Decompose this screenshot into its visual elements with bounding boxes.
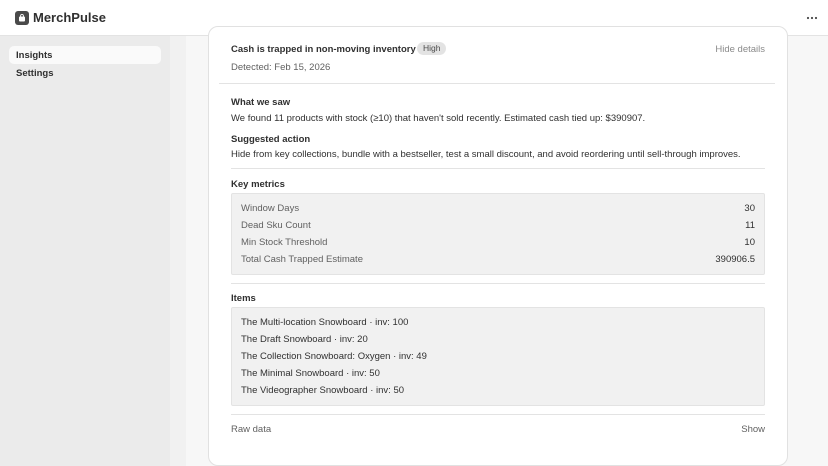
key-metrics-heading: Key metrics: [231, 179, 285, 190]
show-raw-data-button[interactable]: Show: [741, 424, 765, 435]
suggested-action-text: Hide from key collections, bundle with a…: [231, 149, 741, 160]
metric-label: Dead Sku Count: [241, 220, 311, 231]
sidebar-item-label: Settings: [16, 67, 54, 79]
main-content: Cash is trapped in non-moving inventory …: [186, 26, 828, 466]
divider: [231, 414, 765, 415]
list-item: The Minimal Snowboard · inv: 50: [241, 368, 380, 379]
metric-row: Min Stock Threshold 10: [241, 237, 755, 249]
metric-row: Window Days 30: [241, 203, 755, 215]
metric-label: Min Stock Threshold: [241, 237, 328, 248]
more-horizontal-icon[interactable]: [805, 12, 819, 24]
divider: [231, 168, 765, 169]
app-title: MerchPulse: [33, 10, 106, 25]
divider: [231, 283, 765, 284]
metric-value: 30: [744, 203, 755, 214]
sidebar-item-settings[interactable]: Settings: [9, 64, 161, 82]
metric-label: Window Days: [241, 203, 300, 214]
insight-title: Cash is trapped in non-moving inventory: [231, 44, 416, 55]
list-item: The Draft Snowboard · inv: 20: [241, 334, 368, 345]
hide-details-button[interactable]: Hide details: [715, 44, 765, 55]
list-item: The Videographer Snowboard · inv: 50: [241, 385, 405, 396]
what-we-saw-heading: What we saw: [231, 97, 291, 108]
severity-badge: High: [417, 42, 447, 55]
metric-value: 10: [744, 237, 755, 248]
suggested-action-heading: Suggested action: [231, 134, 311, 145]
detected-date: Detected: Feb 15, 2026: [231, 62, 331, 73]
items-heading: Items: [231, 293, 256, 304]
sidebar: Insights Settings: [0, 36, 170, 466]
metric-row: Dead Sku Count 11: [241, 220, 755, 232]
metric-value: 11: [745, 220, 755, 231]
metric-label: Total Cash Trapped Estimate: [241, 254, 363, 265]
metric-value: 390906.5: [715, 254, 755, 265]
raw-data-label: Raw data: [231, 424, 272, 435]
list-item: The Collection Snowboard: Oxygen · inv: …: [241, 351, 427, 362]
divider: [219, 83, 775, 84]
bag-icon: [15, 10, 29, 25]
items-list: The Multi-location Snowboard · inv: 100 …: [231, 307, 765, 406]
sidebar-item-insights[interactable]: Insights: [9, 46, 161, 64]
metric-row: Total Cash Trapped Estimate 390906.5: [241, 254, 755, 266]
what-we-saw-text: We found 11 products with stock (≥10) th…: [231, 113, 646, 124]
key-metrics-table: Window Days 30 Dead Sku Count 11 Min Sto…: [231, 193, 765, 275]
sidebar-item-label: Insights: [16, 49, 53, 61]
insight-card: Cash is trapped in non-moving inventory …: [208, 26, 788, 466]
list-item: The Multi-location Snowboard · inv: 100: [241, 317, 409, 328]
